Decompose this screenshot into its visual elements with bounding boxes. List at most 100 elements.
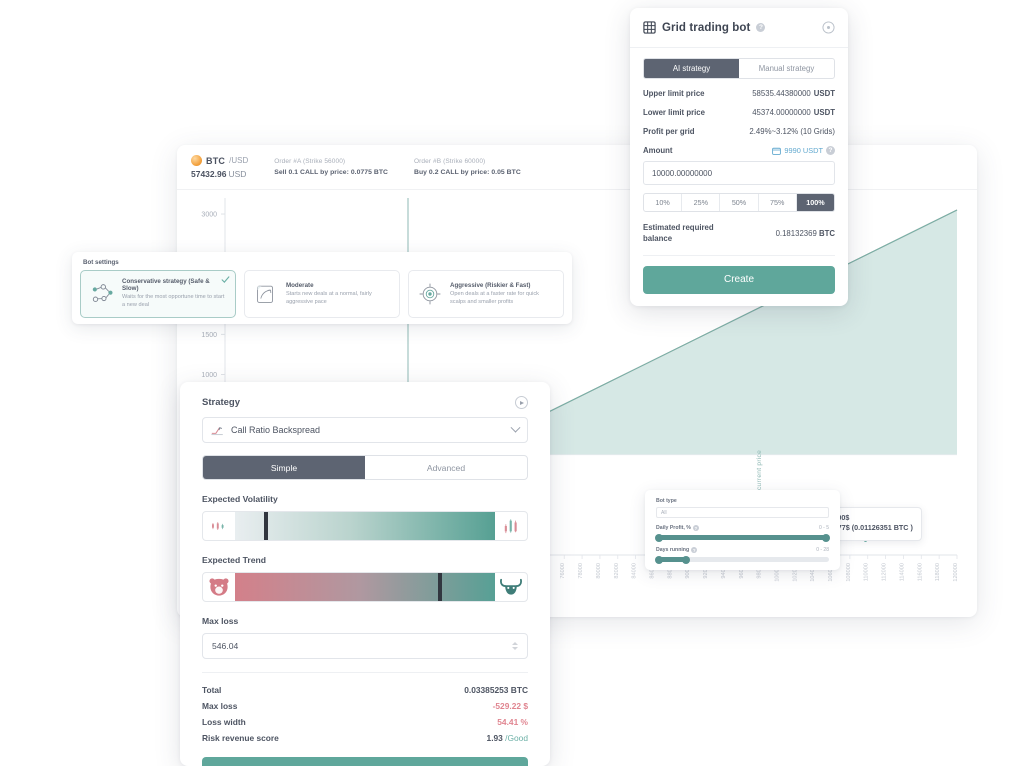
summary-row-total: Total 0.03385253 BTC	[202, 682, 528, 698]
bull-icon	[495, 573, 527, 601]
svg-text:114000: 114000	[899, 563, 905, 581]
expected-volatility-label: Expected Volatility	[202, 494, 278, 504]
svg-text:3000: 3000	[201, 212, 217, 219]
play-circle-icon[interactable]	[515, 396, 528, 409]
lower-limit-price-label: Lower limit price	[643, 108, 705, 117]
grid-icon	[643, 21, 656, 34]
summary-row-loss-width: Loss width 54.41 %	[202, 714, 528, 730]
low-volatility-candles-icon	[203, 512, 235, 540]
percent-50-button[interactable]: 50%	[720, 194, 759, 211]
svg-text:1000: 1000	[201, 372, 217, 379]
turtle-icon	[257, 285, 273, 303]
amount-input-value: 10000.00000000	[652, 168, 713, 178]
volatility-knob[interactable]	[263, 512, 268, 540]
risk-score-number: 1.93	[486, 733, 506, 743]
grid-bot-title: Grid trading bot	[662, 21, 751, 34]
strategy-selected-value: Call Ratio Backspread	[231, 425, 321, 435]
daily-profit-range: 0 - 5	[818, 525, 829, 531]
question-mark-icon[interactable]: ?	[691, 547, 698, 553]
svg-text:78000: 78000	[578, 563, 584, 579]
row-upper-limit-price: Upper limit price 58535.44380000 USDT	[643, 89, 835, 98]
daily-profit-slider-header: Daily Profit, % ? 0 - 5	[656, 525, 829, 531]
question-mark-icon[interactable]: ?	[692, 525, 699, 531]
estimated-balance-unit: BTC	[818, 229, 835, 239]
svg-text:82000: 82000	[614, 563, 620, 579]
days-running-label: Days running ?	[656, 547, 698, 553]
tab-simple[interactable]: Simple	[203, 456, 365, 479]
symbol-price: 57432.96 USD	[191, 169, 248, 179]
order-b-title: Order #B (Strike 60000)	[414, 158, 486, 165]
svg-text:120000: 120000	[953, 563, 959, 582]
estimated-balance-number: 0.18132369	[775, 229, 817, 239]
expected-volatility-slider[interactable]	[202, 511, 528, 541]
question-mark-icon[interactable]: ?	[826, 146, 835, 155]
volatility-gradient-track[interactable]	[235, 512, 495, 540]
bot-setting-moderate[interactable]: Moderate Starts new deals at a normal, f…	[244, 270, 400, 318]
max-loss-stepper[interactable]	[512, 642, 518, 650]
symbol-price-value: 57432.96	[191, 169, 227, 179]
amount-percent-buttons: 10% 25% 50% 75% 100%	[643, 193, 835, 212]
bot-setting-conservative-heading: Conservative strategy (Safe & Slow)	[122, 278, 210, 293]
chart-header: BTC /USD 57432.96 USD Order #A (Strike 56…	[177, 145, 977, 190]
tab-manual-strategy[interactable]: Manual strategy	[739, 59, 834, 78]
summary-key-loss-width: Loss width	[202, 717, 246, 727]
days-running-handle-min[interactable]	[655, 555, 663, 564]
strategy-chart-icon	[211, 426, 223, 435]
svg-text:116000: 116000	[917, 563, 923, 581]
summary-key-risk-score: Risk revenue score	[202, 733, 279, 743]
daily-profit-handle-min[interactable]	[655, 533, 663, 542]
circle-dot-icon[interactable]	[822, 21, 835, 34]
strategy-header: Strategy	[202, 396, 528, 409]
estimated-required-balance-row: Estimated required balance 0.18132369 BT…	[643, 223, 835, 245]
question-mark-icon[interactable]: ?	[756, 23, 766, 32]
expected-trend-slider[interactable]	[202, 572, 528, 602]
svg-text:80000: 80000	[596, 563, 602, 579]
bot-setting-moderate-desc: Starts new deals at a normal, fairly agg…	[286, 290, 372, 305]
svg-text:118000: 118000	[935, 563, 941, 581]
lower-limit-price-value: 45374.00000000 USDT	[752, 108, 835, 117]
bot-type-select[interactable]: All	[656, 507, 829, 518]
upper-limit-price-number: 58535.44380000	[752, 89, 811, 98]
tab-advanced[interactable]: Advanced	[365, 456, 527, 479]
grid-bot-divider	[643, 254, 835, 256]
current-price-line-label: current price	[756, 449, 763, 490]
percent-10-button[interactable]: 10%	[644, 194, 683, 211]
create-button[interactable]: Create	[643, 265, 835, 294]
bot-setting-conservative[interactable]: Conservative strategy (Safe & Slow) Wait…	[80, 270, 236, 318]
strategy-select[interactable]: Call Ratio Backspread	[202, 417, 528, 443]
days-running-handle-max[interactable]	[681, 555, 690, 564]
max-loss-label: Max loss	[202, 616, 239, 626]
bot-setting-aggressive[interactable]: Aggressive (Riskier & Fast) Open deals a…	[408, 270, 564, 318]
trend-gradient-track[interactable]	[235, 573, 495, 601]
max-loss-input[interactable]: 546.04	[202, 633, 528, 659]
summary-row-risk-score: Risk revenue score 1.93 /Good	[202, 730, 528, 746]
estimated-required-balance-value: 0.18132369 BTC	[776, 229, 835, 238]
percent-25-button[interactable]: 25%	[682, 194, 721, 211]
amount-available-group: 9990 USDT ?	[772, 146, 835, 155]
percent-75-button[interactable]: 75%	[759, 194, 797, 211]
svg-text:1500: 1500	[201, 332, 217, 339]
days-running-slider[interactable]	[655, 555, 829, 564]
order-a-text: Sell 0.1 CALL by price: 0.0775 BTC	[274, 169, 388, 176]
daily-profit-handle-max[interactable]	[822, 533, 830, 542]
connect-account-button[interactable]: Connect an account	[202, 757, 528, 766]
bot-settings-cards: Conservative strategy (Safe & Slow) Wait…	[80, 270, 564, 318]
svg-text:84000: 84000	[632, 563, 638, 579]
trend-knob[interactable]	[437, 573, 442, 601]
amount-input[interactable]: 10000.00000000	[643, 161, 835, 185]
daily-profit-slider[interactable]	[655, 533, 830, 542]
amount-available-value: 9990 USDT	[784, 146, 823, 155]
check-icon	[221, 276, 230, 283]
upper-limit-price-value: 58535.44380000 USDT	[752, 89, 835, 98]
profit-per-grid-value: 2.49%~3.12% (10 Grids)	[749, 127, 835, 136]
row-lower-limit-price: Lower limit price 45374.00000000 USDT	[643, 108, 835, 117]
bear-icon	[203, 573, 235, 601]
days-running-range: 0 - 28	[816, 547, 829, 553]
target-icon	[419, 283, 441, 305]
tab-ai-strategy[interactable]: AI strategy	[644, 59, 739, 78]
grid-bot-header: Grid trading bot ?	[630, 8, 848, 48]
daily-profit-label-text: Daily Profit, %	[656, 525, 691, 531]
percent-100-button[interactable]: 100%	[796, 194, 834, 211]
symbol-block: BTC /USD 57432.96 USD	[191, 155, 248, 179]
summary-key-max-loss: Max loss	[202, 701, 238, 711]
